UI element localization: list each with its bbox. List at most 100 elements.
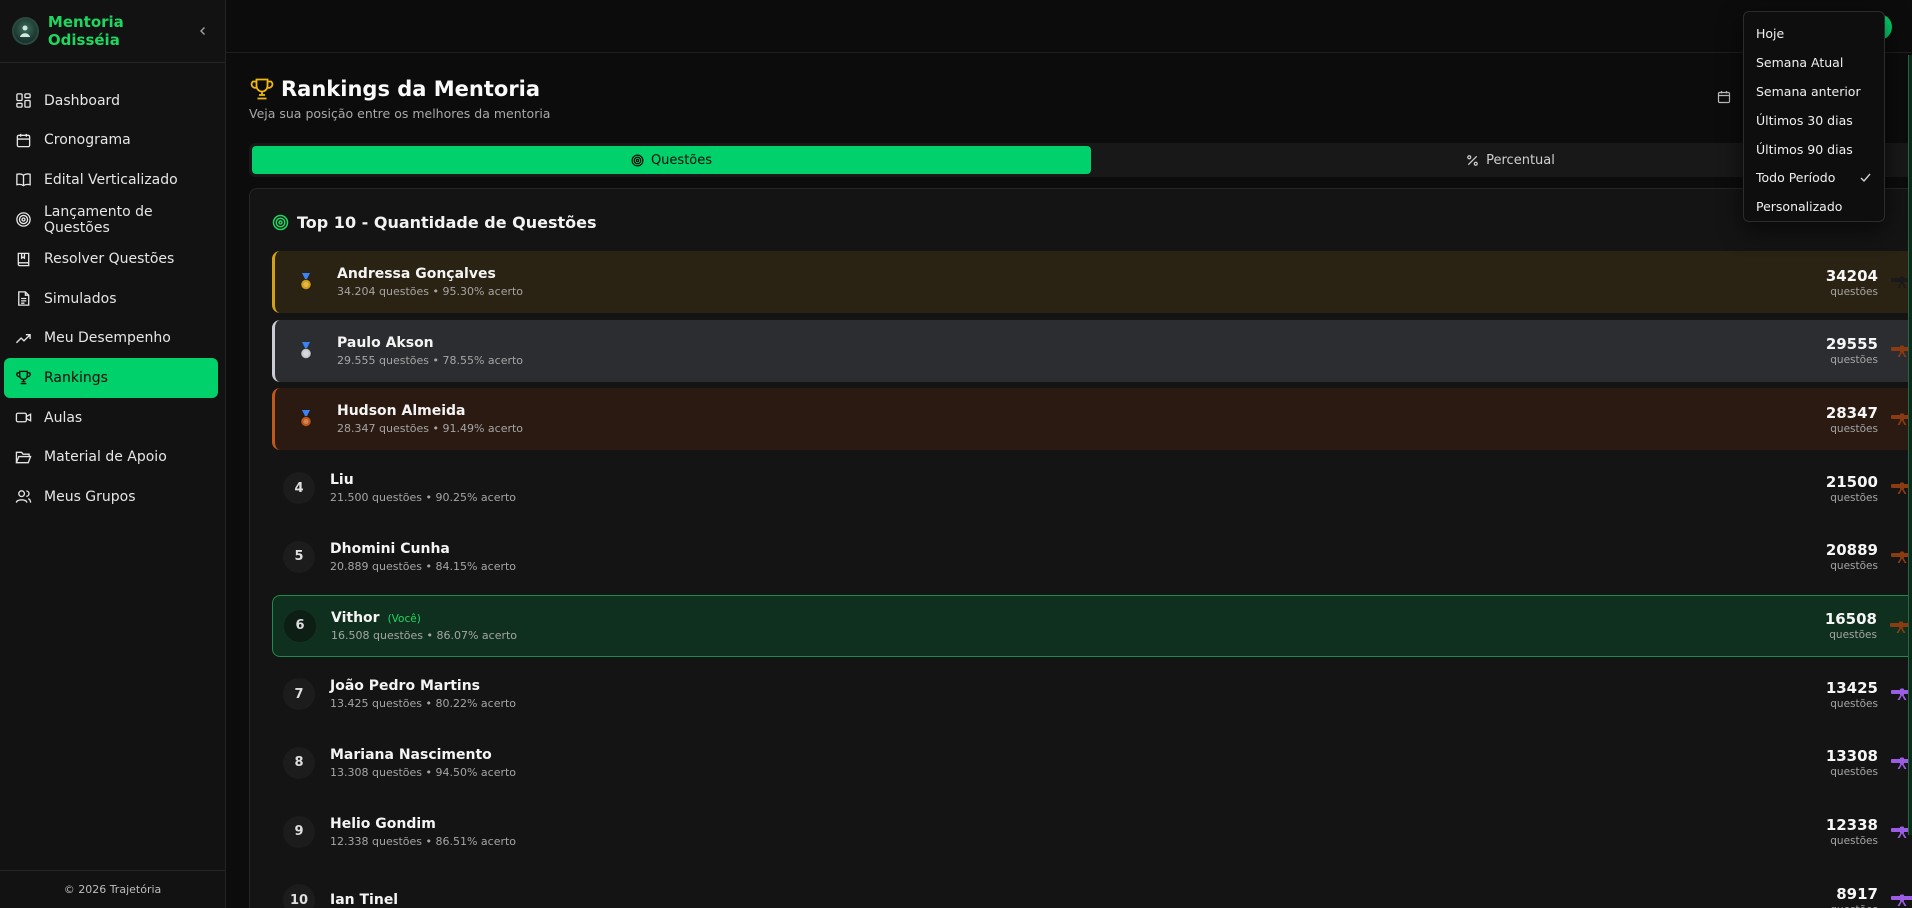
tab-questoes[interactable]: Questões — [252, 146, 1091, 174]
ranking-info: Helio Gondim 12.338 questões • 86.51% ace… — [330, 816, 516, 848]
score-value: 13308 — [1825, 747, 1878, 766]
participant-name: Mariana Nascimento — [330, 746, 492, 763]
ranking-info: Vithor (Você) 16.508 questões • 86.07% ace… — [331, 610, 517, 642]
score: 12338 questões — [1826, 816, 1878, 847]
rank-number: 8 — [283, 746, 315, 779]
sidebar-item-material[interactable]: Material de Apoio — [4, 437, 218, 477]
score: 16508 questões — [1825, 610, 1877, 641]
rank-number: 5 — [283, 540, 315, 573]
sidebar-item-resolver[interactable]: Resolver Questões — [4, 239, 218, 279]
brand-logo[interactable] — [12, 17, 39, 45]
participant-stats: 28.347 questões • 91.49% acerto — [337, 422, 524, 436]
trophy-icon — [250, 78, 274, 100]
period-option-personalizado[interactable]: Personalizado — [1748, 192, 1880, 221]
ranking-info: João Pedro Martins 13.425 questões • 80.2… — [330, 678, 516, 710]
sidebar-item-label: Dashboard — [44, 92, 120, 109]
ranking-row[interactable]: 10 Ian Tinel 8917questões — [272, 869, 1912, 908]
collapse-sidebar-button[interactable] — [194, 21, 213, 41]
period-option-30-dias[interactable]: Últimos 30 dias — [1748, 106, 1880, 135]
participant-name: Liu — [330, 472, 354, 489]
name-line: Hudson Almeida — [337, 403, 523, 419]
score-label: questões — [1830, 285, 1878, 298]
score-value: 29555 — [1825, 335, 1878, 354]
score: 13425 questões — [1826, 679, 1878, 710]
ranking-card: Top 10 - Quantidade de Questões Andressa… — [249, 188, 1912, 908]
brand-title: Mentoria Odisséia — [47, 13, 124, 49]
sidebar-item-label: Lançamento de Questões — [44, 203, 153, 236]
ranking-info: Paulo Akson 29.555 questões • 78.55% acer… — [337, 335, 523, 367]
ranking-row[interactable]: 5 Dhomini Cunha 20.889 questões • 84.15% a… — [272, 526, 1912, 588]
sidebar-item-edital[interactable]: Edital Verticalizado — [4, 160, 218, 200]
score-label: questões — [1830, 422, 1878, 435]
score-value: 20889 — [1825, 541, 1878, 560]
participant-stats: 12.338 questões • 86.51% acerto — [330, 834, 517, 848]
ranking-row[interactable]: Hudson Almeida 28.347 questões • 91.49% a… — [272, 388, 1912, 451]
ranking-row[interactable]: 7 João Pedro Martins 13.425 questões • 80.… — [272, 663, 1912, 725]
participant-name: Vithor — [331, 609, 380, 626]
sidebar-item-grupos[interactable]: Meus Grupos — [4, 477, 218, 517]
sidebar-item-label: Meus Grupos — [44, 488, 136, 505]
participant-stats: 13.308 questões • 94.50% acerto — [330, 765, 517, 779]
name-line: João Pedro Martins — [330, 678, 516, 694]
score: 34204 questões — [1826, 267, 1878, 298]
check-icon — [1860, 173, 1871, 183]
name-line: Dhomini Cunha — [330, 541, 516, 557]
ranking-row[interactable]: 6 Vithor (Você) 16.508 questões • 86.07% ac… — [272, 594, 1912, 657]
ranking-row[interactable]: 4 Liu 21.500 questões • 90.25% acerto 21500… — [272, 457, 1912, 519]
sidebar-item-cronograma[interactable]: Cronograma — [4, 121, 218, 161]
scrollbar[interactable] — [1908, 55, 1912, 835]
rank-number: 6 — [284, 609, 316, 642]
score-value: 16508 — [1824, 610, 1877, 628]
name-line: Vithor (Você) — [331, 610, 517, 626]
score-label: questões — [1830, 697, 1878, 710]
participant-stats: 20.889 questões • 84.15% acerto — [330, 559, 517, 573]
period-option-semana-anterior[interactable]: Semana anterior — [1748, 77, 1880, 106]
file-text-icon — [18, 291, 30, 307]
ranking-info: Ian Tinel — [330, 892, 398, 908]
score: 21500 questões — [1826, 473, 1878, 504]
period-option-90-dias[interactable]: Últimos 90 dias — [1748, 135, 1880, 164]
rank-number: 4 — [283, 472, 315, 505]
score-value: 12338 — [1825, 816, 1878, 835]
sidebar-item-dashboard[interactable]: Dashboard — [4, 81, 218, 121]
name-line: Helio Gondim — [330, 816, 516, 832]
name-line: Andressa Gonçalves — [337, 266, 523, 282]
sidebar: Mentoria Odisséia Dashboard Cronograma E… — [0, 0, 226, 908]
score-value: 28347 — [1825, 403, 1878, 422]
ranking-info: Mariana Nascimento 13.308 questões • 94.5… — [330, 747, 516, 779]
period-option-hoje[interactable]: Hoje — [1748, 19, 1880, 48]
ranking-row[interactable]: 8 Mariana Nascimento 13.308 questões • 94.… — [272, 732, 1912, 794]
score-value: 8917 — [1836, 884, 1878, 903]
ranking-row[interactable]: Paulo Akson 29.555 questões • 78.55% acer… — [272, 319, 1912, 382]
score: 28347 questões — [1826, 404, 1878, 435]
score-value: 34204 — [1825, 266, 1878, 285]
ranking-info: Hudson Almeida 28.347 questões • 91.49% a… — [337, 403, 523, 435]
page-title: Rankings da Mentoria — [249, 76, 550, 102]
sidebar-item-simulados[interactable]: Simulados — [4, 279, 218, 319]
page-title-text: Rankings da Mentoria — [281, 77, 541, 101]
score: 13308 questões — [1826, 747, 1878, 778]
sidebar-item-lancamento[interactable]: Lançamento de Questões — [4, 200, 218, 240]
card-title-text: Top 10 - Quantidade de Questões — [297, 213, 597, 232]
sidebar-item-aulas[interactable]: Aulas — [4, 398, 218, 438]
calendar-icon[interactable] — [1717, 90, 1731, 104]
participant-name: Paulo Akson — [337, 334, 434, 351]
rank-number: 7 — [283, 678, 315, 711]
ranking-row[interactable]: Andressa Gonçalves 34.204 questões • 95.3… — [272, 251, 1912, 313]
period-option-semana-atual[interactable]: Semana Atual — [1748, 48, 1880, 77]
dashboard-icon — [16, 93, 31, 109]
sidebar-item-rankings[interactable]: Rankings — [4, 358, 218, 398]
sidebar-item-label: Aulas — [44, 409, 83, 426]
book-icon — [17, 252, 30, 266]
score-label: questões — [1830, 354, 1878, 367]
tab-label: Percentual — [1486, 152, 1555, 168]
trending-up-icon — [15, 333, 31, 344]
sidebar-item-desempenho[interactable]: Meu Desempenho — [4, 319, 218, 359]
score-label: questões — [1830, 835, 1878, 848]
sidebar-footer: © 2026 Trajetória — [0, 870, 225, 908]
percent-icon — [1467, 154, 1478, 166]
rank-number: 10 — [283, 884, 315, 908]
period-option-todo-periodo[interactable]: Todo Período — [1748, 163, 1880, 192]
ranking-info: Andressa Gonçalves 34.204 questões • 95.3… — [337, 266, 523, 298]
ranking-row[interactable]: 9 Helio Gondim 12.338 questões • 86.51% ac… — [272, 801, 1912, 863]
